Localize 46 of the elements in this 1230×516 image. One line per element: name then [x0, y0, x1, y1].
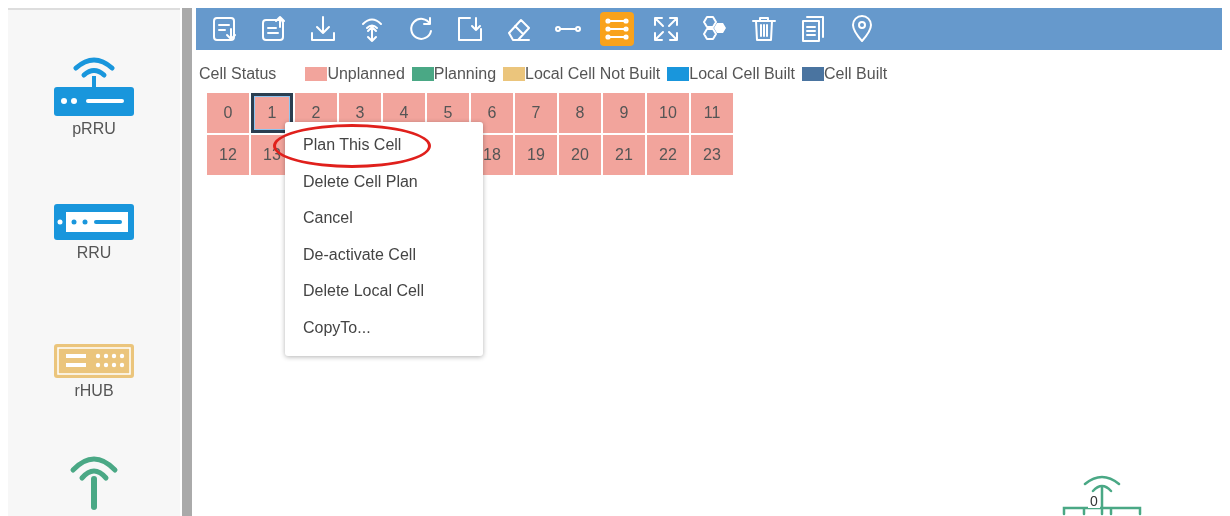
hub-icon[interactable]	[54, 344, 134, 378]
palette-label: pRRU	[72, 120, 116, 138]
menu-item[interactable]: Plan This Cell	[303, 136, 402, 153]
cell-tile[interactable]: 6	[471, 93, 513, 133]
document-icon	[799, 15, 827, 43]
legend-label: Planning	[433, 65, 497, 83]
legend-label: Local Cell Not Built	[525, 65, 661, 83]
router-icon[interactable]	[54, 54, 134, 116]
cell-tile[interactable]: 21	[603, 135, 645, 175]
import-icon	[211, 15, 239, 43]
list-button[interactable]	[600, 12, 634, 46]
cell-tile[interactable]: 1	[251, 93, 293, 133]
export-icon	[260, 15, 288, 43]
cell-tile[interactable]: 10	[647, 93, 689, 133]
cell-tile[interactable]: 11	[691, 93, 733, 133]
cell-tile[interactable]: 8	[559, 93, 601, 133]
antenna-icon[interactable]	[69, 454, 119, 512]
cell-tile[interactable]: 7	[515, 93, 557, 133]
cell-tile[interactable]: 23	[691, 135, 733, 175]
menu-item[interactable]: Delete Cell Plan	[303, 172, 418, 190]
trash-icon	[750, 15, 778, 43]
node-label: 0	[1088, 494, 1100, 508]
menu-item[interactable]: Delete Local Cell	[303, 282, 424, 300]
legend-label: Unplanned	[327, 65, 405, 83]
menu-item[interactable]: Cancel	[303, 209, 353, 227]
menu-item[interactable]: CopyTo...	[303, 318, 371, 336]
cell-tile[interactable]: 22	[647, 135, 689, 175]
legend-label: Cell Built	[824, 65, 888, 83]
download-icon	[309, 15, 337, 43]
palette-label: rHUB	[74, 382, 114, 400]
legend-title: Cell Status	[199, 65, 277, 83]
cell-tile[interactable]: 9	[603, 93, 645, 133]
cell-tile[interactable]: 19	[515, 135, 557, 175]
cell-tile[interactable]: 12	[207, 135, 249, 175]
refresh-icon	[407, 15, 435, 43]
hexagons-icon	[701, 15, 729, 43]
list-icon	[603, 15, 631, 43]
legend-label: Local Cell Built	[689, 65, 796, 83]
device-icon[interactable]	[54, 204, 134, 240]
cell-tile[interactable]: 20	[559, 135, 601, 175]
cell-tile[interactable]: 0	[207, 93, 249, 133]
palette-label: RRU	[76, 244, 112, 262]
import-box-icon	[456, 15, 484, 43]
menu-item[interactable]: De-activate Cell	[303, 245, 416, 263]
connector-icon	[554, 25, 582, 33]
expand-icon	[652, 15, 680, 43]
